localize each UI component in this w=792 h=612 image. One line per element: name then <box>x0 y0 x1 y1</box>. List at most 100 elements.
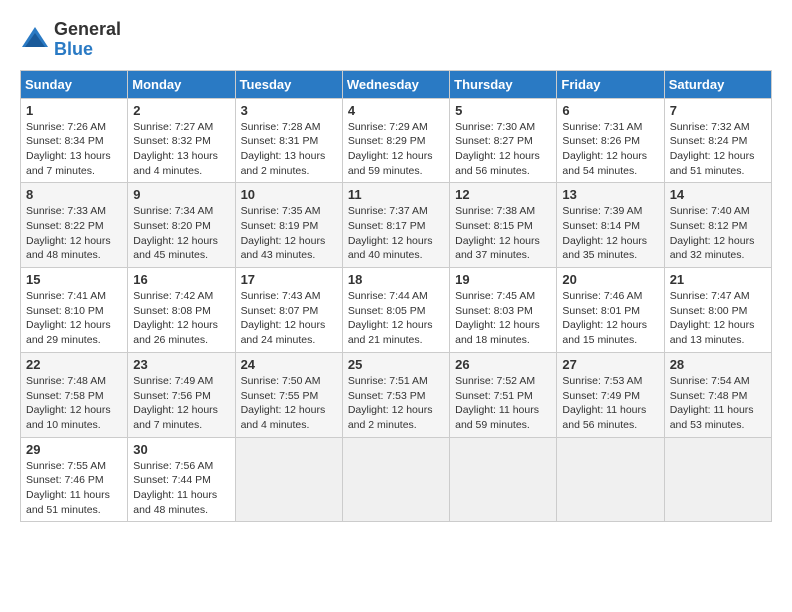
calendar-cell: 13 Sunrise: 7:39 AMSunset: 8:14 PMDayligh… <box>557 183 664 268</box>
day-info: Sunrise: 7:40 AMSunset: 8:12 PMDaylight:… <box>670 204 766 263</box>
weekday-header-friday: Friday <box>557 70 664 98</box>
calendar-cell: 20 Sunrise: 7:46 AMSunset: 8:01 PMDayligh… <box>557 268 664 353</box>
day-info: Sunrise: 7:56 AMSunset: 7:44 PMDaylight:… <box>133 459 229 518</box>
calendar-cell: 7 Sunrise: 7:32 AMSunset: 8:24 PMDaylight… <box>664 98 771 183</box>
day-number: 13 <box>562 187 658 202</box>
calendar-cell: 27 Sunrise: 7:53 AMSunset: 7:49 PMDayligh… <box>557 352 664 437</box>
day-info: Sunrise: 7:45 AMSunset: 8:03 PMDaylight:… <box>455 289 551 348</box>
calendar-cell <box>450 437 557 522</box>
day-number: 24 <box>241 357 337 372</box>
day-info: Sunrise: 7:37 AMSunset: 8:17 PMDaylight:… <box>348 204 444 263</box>
logo: General Blue <box>20 20 121 60</box>
day-info: Sunrise: 7:27 AMSunset: 8:32 PMDaylight:… <box>133 120 229 179</box>
calendar-cell: 16 Sunrise: 7:42 AMSunset: 8:08 PMDayligh… <box>128 268 235 353</box>
day-number: 10 <box>241 187 337 202</box>
day-info: Sunrise: 7:26 AMSunset: 8:34 PMDaylight:… <box>26 120 122 179</box>
day-number: 14 <box>670 187 766 202</box>
day-number: 30 <box>133 442 229 457</box>
calendar-cell: 2 Sunrise: 7:27 AMSunset: 8:32 PMDaylight… <box>128 98 235 183</box>
calendar-cell: 28Sunrise: 7:54 AMSunset: 7:48 PMDayligh… <box>664 352 771 437</box>
calendar-cell: 15Sunrise: 7:41 AMSunset: 8:10 PMDayligh… <box>21 268 128 353</box>
day-info: Sunrise: 7:35 AMSunset: 8:19 PMDaylight:… <box>241 204 337 263</box>
day-number: 18 <box>348 272 444 287</box>
calendar-cell: 4 Sunrise: 7:29 AMSunset: 8:29 PMDaylight… <box>342 98 449 183</box>
calendar-cell <box>235 437 342 522</box>
calendar-cell: 21 Sunrise: 7:47 AMSunset: 8:00 PMDayligh… <box>664 268 771 353</box>
day-info: Sunrise: 7:44 AMSunset: 8:05 PMDaylight:… <box>348 289 444 348</box>
logo-icon <box>20 25 50 55</box>
day-number: 16 <box>133 272 229 287</box>
calendar-cell: 8 Sunrise: 7:33 AMSunset: 8:22 PMDaylight… <box>21 183 128 268</box>
weekday-header-tuesday: Tuesday <box>235 70 342 98</box>
day-info: Sunrise: 7:32 AMSunset: 8:24 PMDaylight:… <box>670 120 766 179</box>
calendar-cell: 12Sunrise: 7:38 AMSunset: 8:15 PMDayligh… <box>450 183 557 268</box>
calendar-cell: 23 Sunrise: 7:49 AMSunset: 7:56 PMDayligh… <box>128 352 235 437</box>
day-number: 19 <box>455 272 551 287</box>
day-number: 8 <box>26 187 122 202</box>
day-number: 28 <box>670 357 766 372</box>
day-info: Sunrise: 7:30 AMSunset: 8:27 PMDaylight:… <box>455 120 551 179</box>
calendar-cell: 11Sunrise: 7:37 AMSunset: 8:17 PMDayligh… <box>342 183 449 268</box>
day-info: Sunrise: 7:48 AMSunset: 7:58 PMDaylight:… <box>26 374 122 433</box>
day-number: 9 <box>133 187 229 202</box>
calendar-cell: 26 Sunrise: 7:52 AMSunset: 7:51 PMDayligh… <box>450 352 557 437</box>
day-info: Sunrise: 7:29 AMSunset: 8:29 PMDaylight:… <box>348 120 444 179</box>
day-info: Sunrise: 7:47 AMSunset: 8:00 PMDaylight:… <box>670 289 766 348</box>
calendar-cell: 17Sunrise: 7:43 AMSunset: 8:07 PMDayligh… <box>235 268 342 353</box>
day-number: 6 <box>562 103 658 118</box>
day-info: Sunrise: 7:53 AMSunset: 7:49 PMDaylight:… <box>562 374 658 433</box>
day-info: Sunrise: 7:51 AMSunset: 7:53 PMDaylight:… <box>348 374 444 433</box>
calendar-week-row: 15Sunrise: 7:41 AMSunset: 8:10 PMDayligh… <box>21 268 772 353</box>
day-info: Sunrise: 7:52 AMSunset: 7:51 PMDaylight:… <box>455 374 551 433</box>
day-number: 17 <box>241 272 337 287</box>
day-info: Sunrise: 7:28 AMSunset: 8:31 PMDaylight:… <box>241 120 337 179</box>
calendar-cell: 3 Sunrise: 7:28 AMSunset: 8:31 PMDaylight… <box>235 98 342 183</box>
day-number: 26 <box>455 357 551 372</box>
day-info: Sunrise: 7:31 AMSunset: 8:26 PMDaylight:… <box>562 120 658 179</box>
day-number: 25 <box>348 357 444 372</box>
calendar-cell: 5Sunrise: 7:30 AMSunset: 8:27 PMDaylight… <box>450 98 557 183</box>
calendar-cell <box>342 437 449 522</box>
day-number: 23 <box>133 357 229 372</box>
calendar-week-row: 22Sunrise: 7:48 AMSunset: 7:58 PMDayligh… <box>21 352 772 437</box>
day-number: 20 <box>562 272 658 287</box>
day-number: 27 <box>562 357 658 372</box>
weekday-header-sunday: Sunday <box>21 70 128 98</box>
day-number: 4 <box>348 103 444 118</box>
weekday-header-saturday: Saturday <box>664 70 771 98</box>
day-info: Sunrise: 7:50 AMSunset: 7:55 PMDaylight:… <box>241 374 337 433</box>
calendar-cell: 25 Sunrise: 7:51 AMSunset: 7:53 PMDayligh… <box>342 352 449 437</box>
calendar-cell: 1Sunrise: 7:26 AMSunset: 8:34 PMDaylight… <box>21 98 128 183</box>
calendar-cell: 10 Sunrise: 7:35 AMSunset: 8:19 PMDayligh… <box>235 183 342 268</box>
weekday-header-thursday: Thursday <box>450 70 557 98</box>
day-info: Sunrise: 7:34 AMSunset: 8:20 PMDaylight:… <box>133 204 229 263</box>
calendar-cell: 19 Sunrise: 7:45 AMSunset: 8:03 PMDayligh… <box>450 268 557 353</box>
calendar-cell: 9 Sunrise: 7:34 AMSunset: 8:20 PMDaylight… <box>128 183 235 268</box>
day-info: Sunrise: 7:33 AMSunset: 8:22 PMDaylight:… <box>26 204 122 263</box>
day-number: 3 <box>241 103 337 118</box>
calendar-cell: 22Sunrise: 7:48 AMSunset: 7:58 PMDayligh… <box>21 352 128 437</box>
day-number: 15 <box>26 272 122 287</box>
weekday-header-wednesday: Wednesday <box>342 70 449 98</box>
day-info: Sunrise: 7:42 AMSunset: 8:08 PMDaylight:… <box>133 289 229 348</box>
calendar-cell: 30 Sunrise: 7:56 AMSunset: 7:44 PMDayligh… <box>128 437 235 522</box>
day-info: Sunrise: 7:49 AMSunset: 7:56 PMDaylight:… <box>133 374 229 433</box>
calendar-cell: 6 Sunrise: 7:31 AMSunset: 8:26 PMDaylight… <box>557 98 664 183</box>
calendar-header-row: SundayMondayTuesdayWednesdayThursdayFrid… <box>21 70 772 98</box>
day-number: 2 <box>133 103 229 118</box>
calendar-cell: 24 Sunrise: 7:50 AMSunset: 7:55 PMDayligh… <box>235 352 342 437</box>
calendar-table: SundayMondayTuesdayWednesdayThursdayFrid… <box>20 70 772 523</box>
calendar-cell <box>557 437 664 522</box>
day-info: Sunrise: 7:39 AMSunset: 8:14 PMDaylight:… <box>562 204 658 263</box>
day-number: 21 <box>670 272 766 287</box>
day-number: 12 <box>455 187 551 202</box>
calendar-week-row: 8 Sunrise: 7:33 AMSunset: 8:22 PMDaylight… <box>21 183 772 268</box>
day-info: Sunrise: 7:55 AMSunset: 7:46 PMDaylight:… <box>26 459 122 518</box>
logo-text: General Blue <box>54 20 121 60</box>
weekday-header-monday: Monday <box>128 70 235 98</box>
day-info: Sunrise: 7:46 AMSunset: 8:01 PMDaylight:… <box>562 289 658 348</box>
page-header: General Blue <box>20 20 772 60</box>
calendar-week-row: 29Sunrise: 7:55 AMSunset: 7:46 PMDayligh… <box>21 437 772 522</box>
day-number: 7 <box>670 103 766 118</box>
calendar-cell: 14 Sunrise: 7:40 AMSunset: 8:12 PMDayligh… <box>664 183 771 268</box>
